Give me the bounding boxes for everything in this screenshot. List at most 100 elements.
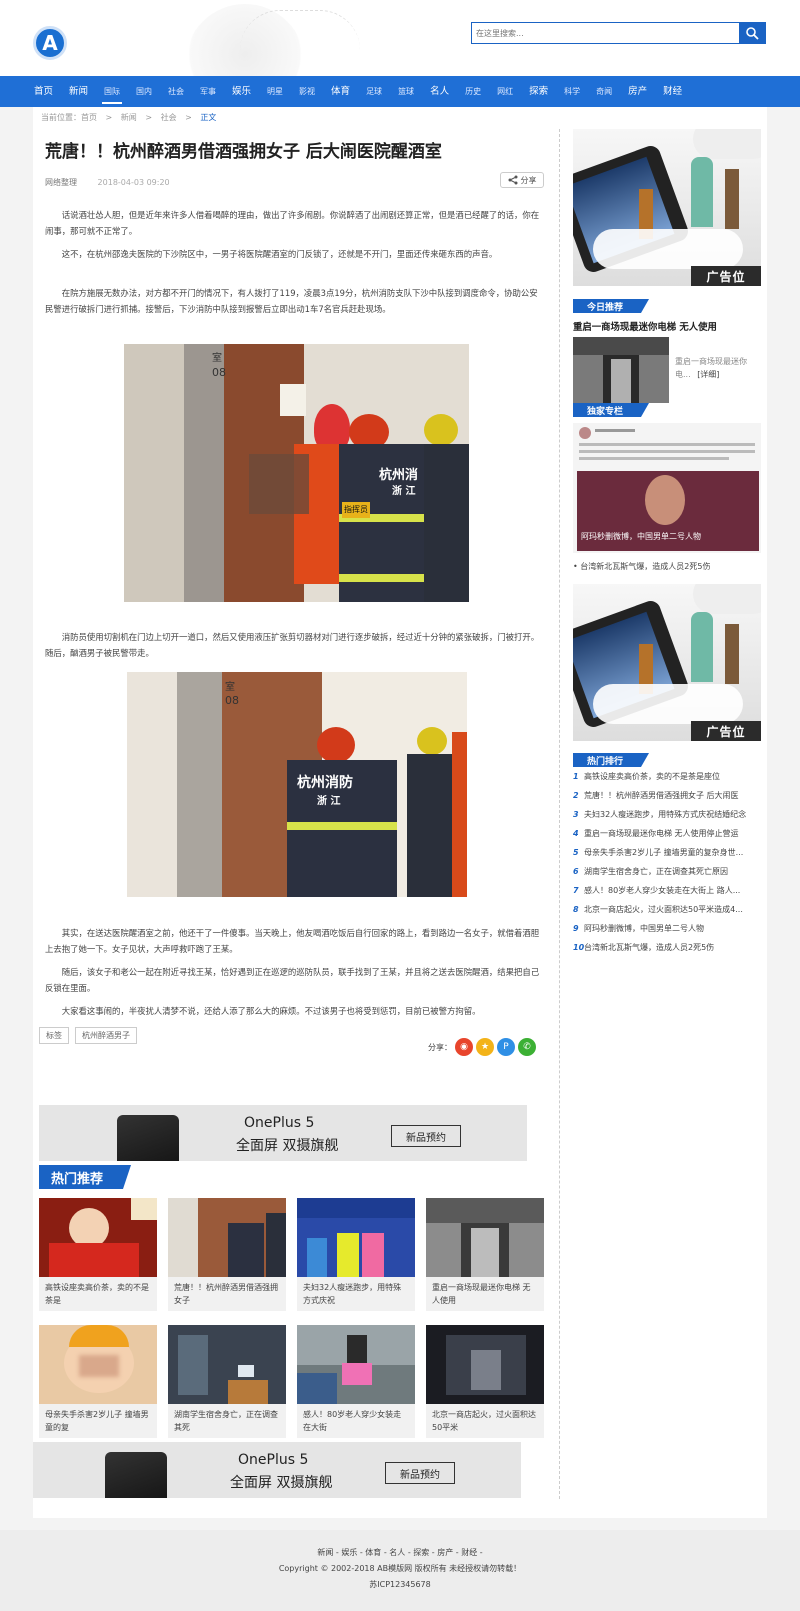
share-button-label: 分享 <box>520 175 537 185</box>
hot-rank-number: 7 <box>573 886 579 895</box>
hot-rank-item[interactable]: 4 重启一商场现最迷你电梯 无人使用停止营运 <box>573 824 762 843</box>
article-paragraph: 在院方施展无数办法，对方都不开门的情况下，有人拨打了119，凌晨3点19分，杭州… <box>45 288 538 314</box>
card-thumbnail <box>426 1325 544 1404</box>
nav-item[interactable]: 国际 <box>96 76 128 107</box>
nav-item[interactable]: 房产 <box>620 76 655 107</box>
recommend-card[interactable]: 北京一商店起火，过火面积达50平米 <box>426 1325 544 1438</box>
oneplus-ad-banner[interactable]: OnePlus 5 全面屏 双摄旗舰 新品预约 <box>39 1105 527 1161</box>
ad-subtitle: 全面屏 双摄旗舰 <box>236 1138 339 1154</box>
article-paragraph: 话说酒壮怂人胆，但是近年来许多人借着喝醉的理由，做出了许多闹剧。你说醉酒了出闹剧… <box>45 210 540 236</box>
exclusive-link[interactable]: • 台湾新北瓦斯气爆，造成人员2死5伤 <box>573 561 710 572</box>
exclusive-thumbnail[interactable]: 阿玛秒删微博，中国男单二号人物 <box>573 423 761 553</box>
hot-rank-number: 10 <box>573 943 585 952</box>
breadcrumb-sep: > <box>145 113 153 122</box>
nav-item[interactable]: 奇闻 <box>588 76 620 107</box>
breadcrumb-home[interactable]: 当前位置：首页 <box>41 113 97 122</box>
card-caption: 母亲失手杀害2岁儿子 撞墙男童的复 <box>45 1410 149 1432</box>
ad-preorder-button[interactable]: 新品预约 <box>385 1462 455 1484</box>
article-paragraph: 这不，在杭州邵逸夫医院的下沙院区中，一男子将医院醒酒室的门反锁了，还就是不开门，… <box>61 249 498 259</box>
photo-room-label: 室 <box>225 682 235 693</box>
wechat-share-icon[interactable]: ✆ <box>518 1038 536 1056</box>
recommend-card[interactable]: 高铁设座卖高价茶，卖的不是茶是 <box>39 1198 157 1311</box>
nav-item[interactable]: 新闻 <box>61 76 96 107</box>
recommend-card[interactable]: 荒唐！！杭州醉酒男借酒强拥女子 <box>168 1198 286 1311</box>
share-button[interactable]: 分享 <box>500 172 544 188</box>
sidebar-ad[interactable]: 广告位 <box>573 129 761 286</box>
content-wrapper: 当前位置：首页 > 新闻 > 社会 > 正文 荒唐！！杭州醉酒男借酒强拥女子 后… <box>33 107 767 1518</box>
hot-rank-item[interactable]: 10台湾新北瓦斯气爆，造成人员2死5伤 <box>573 938 762 957</box>
article-paragraph: 随后，该女子和老公一起在附近寻找王某，恰好遇到正在巡逻的巡防队员，联手找到了王某… <box>45 967 540 993</box>
tag-item[interactable]: 杭州醉酒男子 <box>75 1027 137 1044</box>
card-thumbnail <box>297 1198 415 1277</box>
card-thumbnail <box>39 1325 157 1404</box>
nav-item[interactable]: 影视 <box>291 76 323 107</box>
hot-rank-item[interactable]: 8 北京一商店起火，过火面积达50平米造成4... <box>573 900 762 919</box>
breadcrumb-item-news[interactable]: 新闻 <box>121 113 137 122</box>
hot-rank-item[interactable]: 6 湖南学生宿舍身亡，正在调查其死亡原因 <box>573 862 762 881</box>
recommend-card[interactable]: 重启一商场现最迷你电梯 无人使用 <box>426 1198 544 1311</box>
article-paragraph: 消防员使用切割机在门边上切开一道口，然后又使用液压扩张剪切器材对门进行逐步破拆，… <box>45 632 540 658</box>
card-caption: 北京一商店起火，过火面积达50平米 <box>432 1410 536 1432</box>
nav-item[interactable]: 历史 <box>457 76 489 107</box>
footer-links[interactable]: 新闻 - 娱乐 - 体育 - 名人 - 探索 - 房产 - 财经 - <box>0 1545 800 1561</box>
nav-item[interactable]: 国内 <box>128 76 160 107</box>
hot-rank-item[interactable]: 3 夫妇32人瘦迷跑步，用特殊方式庆祝结婚纪念 <box>573 805 762 824</box>
footer-copyright: Copyright © 2002-2018 AB模版网 版权所有 未经授权请勿转… <box>278 1564 522 1573</box>
site-logo[interactable]: A <box>33 26 67 60</box>
breadcrumb-item-society[interactable]: 社会 <box>161 113 177 122</box>
hot-recommend-header: 热门推荐 <box>39 1165 131 1189</box>
nav-item[interactable]: 明星 <box>259 76 291 107</box>
nav-item[interactable]: 社会 <box>160 76 192 107</box>
weibo-share-icon[interactable]: ◉ <box>455 1038 473 1056</box>
ad-title: OnePlus 5 <box>244 1115 315 1131</box>
hot-rank-item[interactable]: 2 荒唐！！杭州醉酒男借酒强拥女子 后大闹医 <box>573 786 762 805</box>
qzone-share-icon[interactable]: ★ <box>476 1038 494 1056</box>
nav-item[interactable]: 财经 <box>655 76 690 107</box>
recommend-card[interactable]: 夫妇32人瘦迷跑步，用特殊方式庆祝 <box>297 1198 415 1311</box>
hot-rank-item[interactable]: 7 感人！80岁老人穿少女装走在大街上 路人... <box>573 881 762 900</box>
nav-item[interactable]: 名人 <box>422 76 457 107</box>
ad-label: 广告位 <box>691 721 761 741</box>
hot-rank-number: 8 <box>573 905 579 914</box>
nav-item[interactable]: 科学 <box>556 76 588 107</box>
nav-item[interactable]: 网红 <box>489 76 521 107</box>
search-input[interactable] <box>472 23 739 43</box>
hot-rank-title: 台湾新北瓦斯气爆，造成人员2死5伤 <box>584 943 715 952</box>
article-photo-firefighters-2: 室 08 杭州消防 浙 江 <box>127 672 467 897</box>
exclusive-link-text: 台湾新北瓦斯气爆，造成人员2死5伤 <box>580 562 711 571</box>
tencent-weibo-share-icon[interactable]: P <box>497 1038 515 1056</box>
nav-item[interactable]: 探索 <box>521 76 556 107</box>
recommend-card[interactable]: 湖南学生宿舍身亡，正在调查其死 <box>168 1325 286 1438</box>
today-thumbnail[interactable] <box>573 337 669 403</box>
today-headline[interactable]: 重启一商场现最迷你电梯 无人使用 <box>573 319 717 333</box>
nav-item[interactable]: 军事 <box>192 76 224 107</box>
hot-rank-title: 夫妇32人瘦迷跑步，用特殊方式庆祝结婚纪念 <box>584 810 747 819</box>
nav-item[interactable]: 足球 <box>358 76 390 107</box>
hot-rank-item[interactable]: 9 阿玛秒删微博，中国男单二号人物 <box>573 919 762 938</box>
hot-rank-number: 9 <box>573 924 579 933</box>
hot-rank-item[interactable]: 1 高铁设座卖高价茶，卖的不是茶是座位 <box>573 767 762 786</box>
article-source: 网络整理 <box>45 178 77 187</box>
oneplus-ad-banner[interactable]: OnePlus 5 全面屏 双摄旗舰 新品预约 <box>33 1442 521 1498</box>
hot-rank-title: 重启一商场现最迷你电梯 无人使用停止营运 <box>584 829 739 838</box>
nav-item[interactable]: 娱乐 <box>224 76 259 107</box>
card-caption: 感人！80岁老人穿少女装走在大街 <box>303 1410 402 1432</box>
nav-item[interactable]: 体育 <box>323 76 358 107</box>
ad-preorder-button[interactable]: 新品预约 <box>391 1125 461 1147</box>
today-more-link[interactable]: [详细] <box>697 370 719 379</box>
footer-icp: 苏ICP12345678 <box>369 1580 431 1589</box>
search-button[interactable] <box>739 23 765 43</box>
photo-room-number: 08 <box>212 366 226 379</box>
recommend-card[interactable]: 感人！80岁老人穿少女装走在大街 <box>297 1325 415 1438</box>
site-footer: 新闻 - 娱乐 - 体育 - 名人 - 探索 - 房产 - 财经 - Copyr… <box>0 1530 800 1611</box>
hot-rank-title: 北京一商店起火，过火面积达50平米造成4... <box>584 905 743 914</box>
nav-item[interactable]: 首页 <box>26 76 61 107</box>
card-thumbnail <box>297 1325 415 1404</box>
hot-rank-item[interactable]: 5 母亲失手杀害2岁儿子 撞墙男童的复杂身世... <box>573 843 762 862</box>
sidebar-ad[interactable]: 广告位 <box>573 584 761 741</box>
recommend-card[interactable]: 母亲失手杀害2岁儿子 撞墙男童的复 <box>39 1325 157 1438</box>
hot-rank-number: 6 <box>573 867 579 876</box>
nav-item[interactable]: 篮球 <box>390 76 422 107</box>
breadcrumb-sep: > <box>105 113 113 122</box>
exclusive-column-header: 独家专栏 <box>573 403 649 417</box>
